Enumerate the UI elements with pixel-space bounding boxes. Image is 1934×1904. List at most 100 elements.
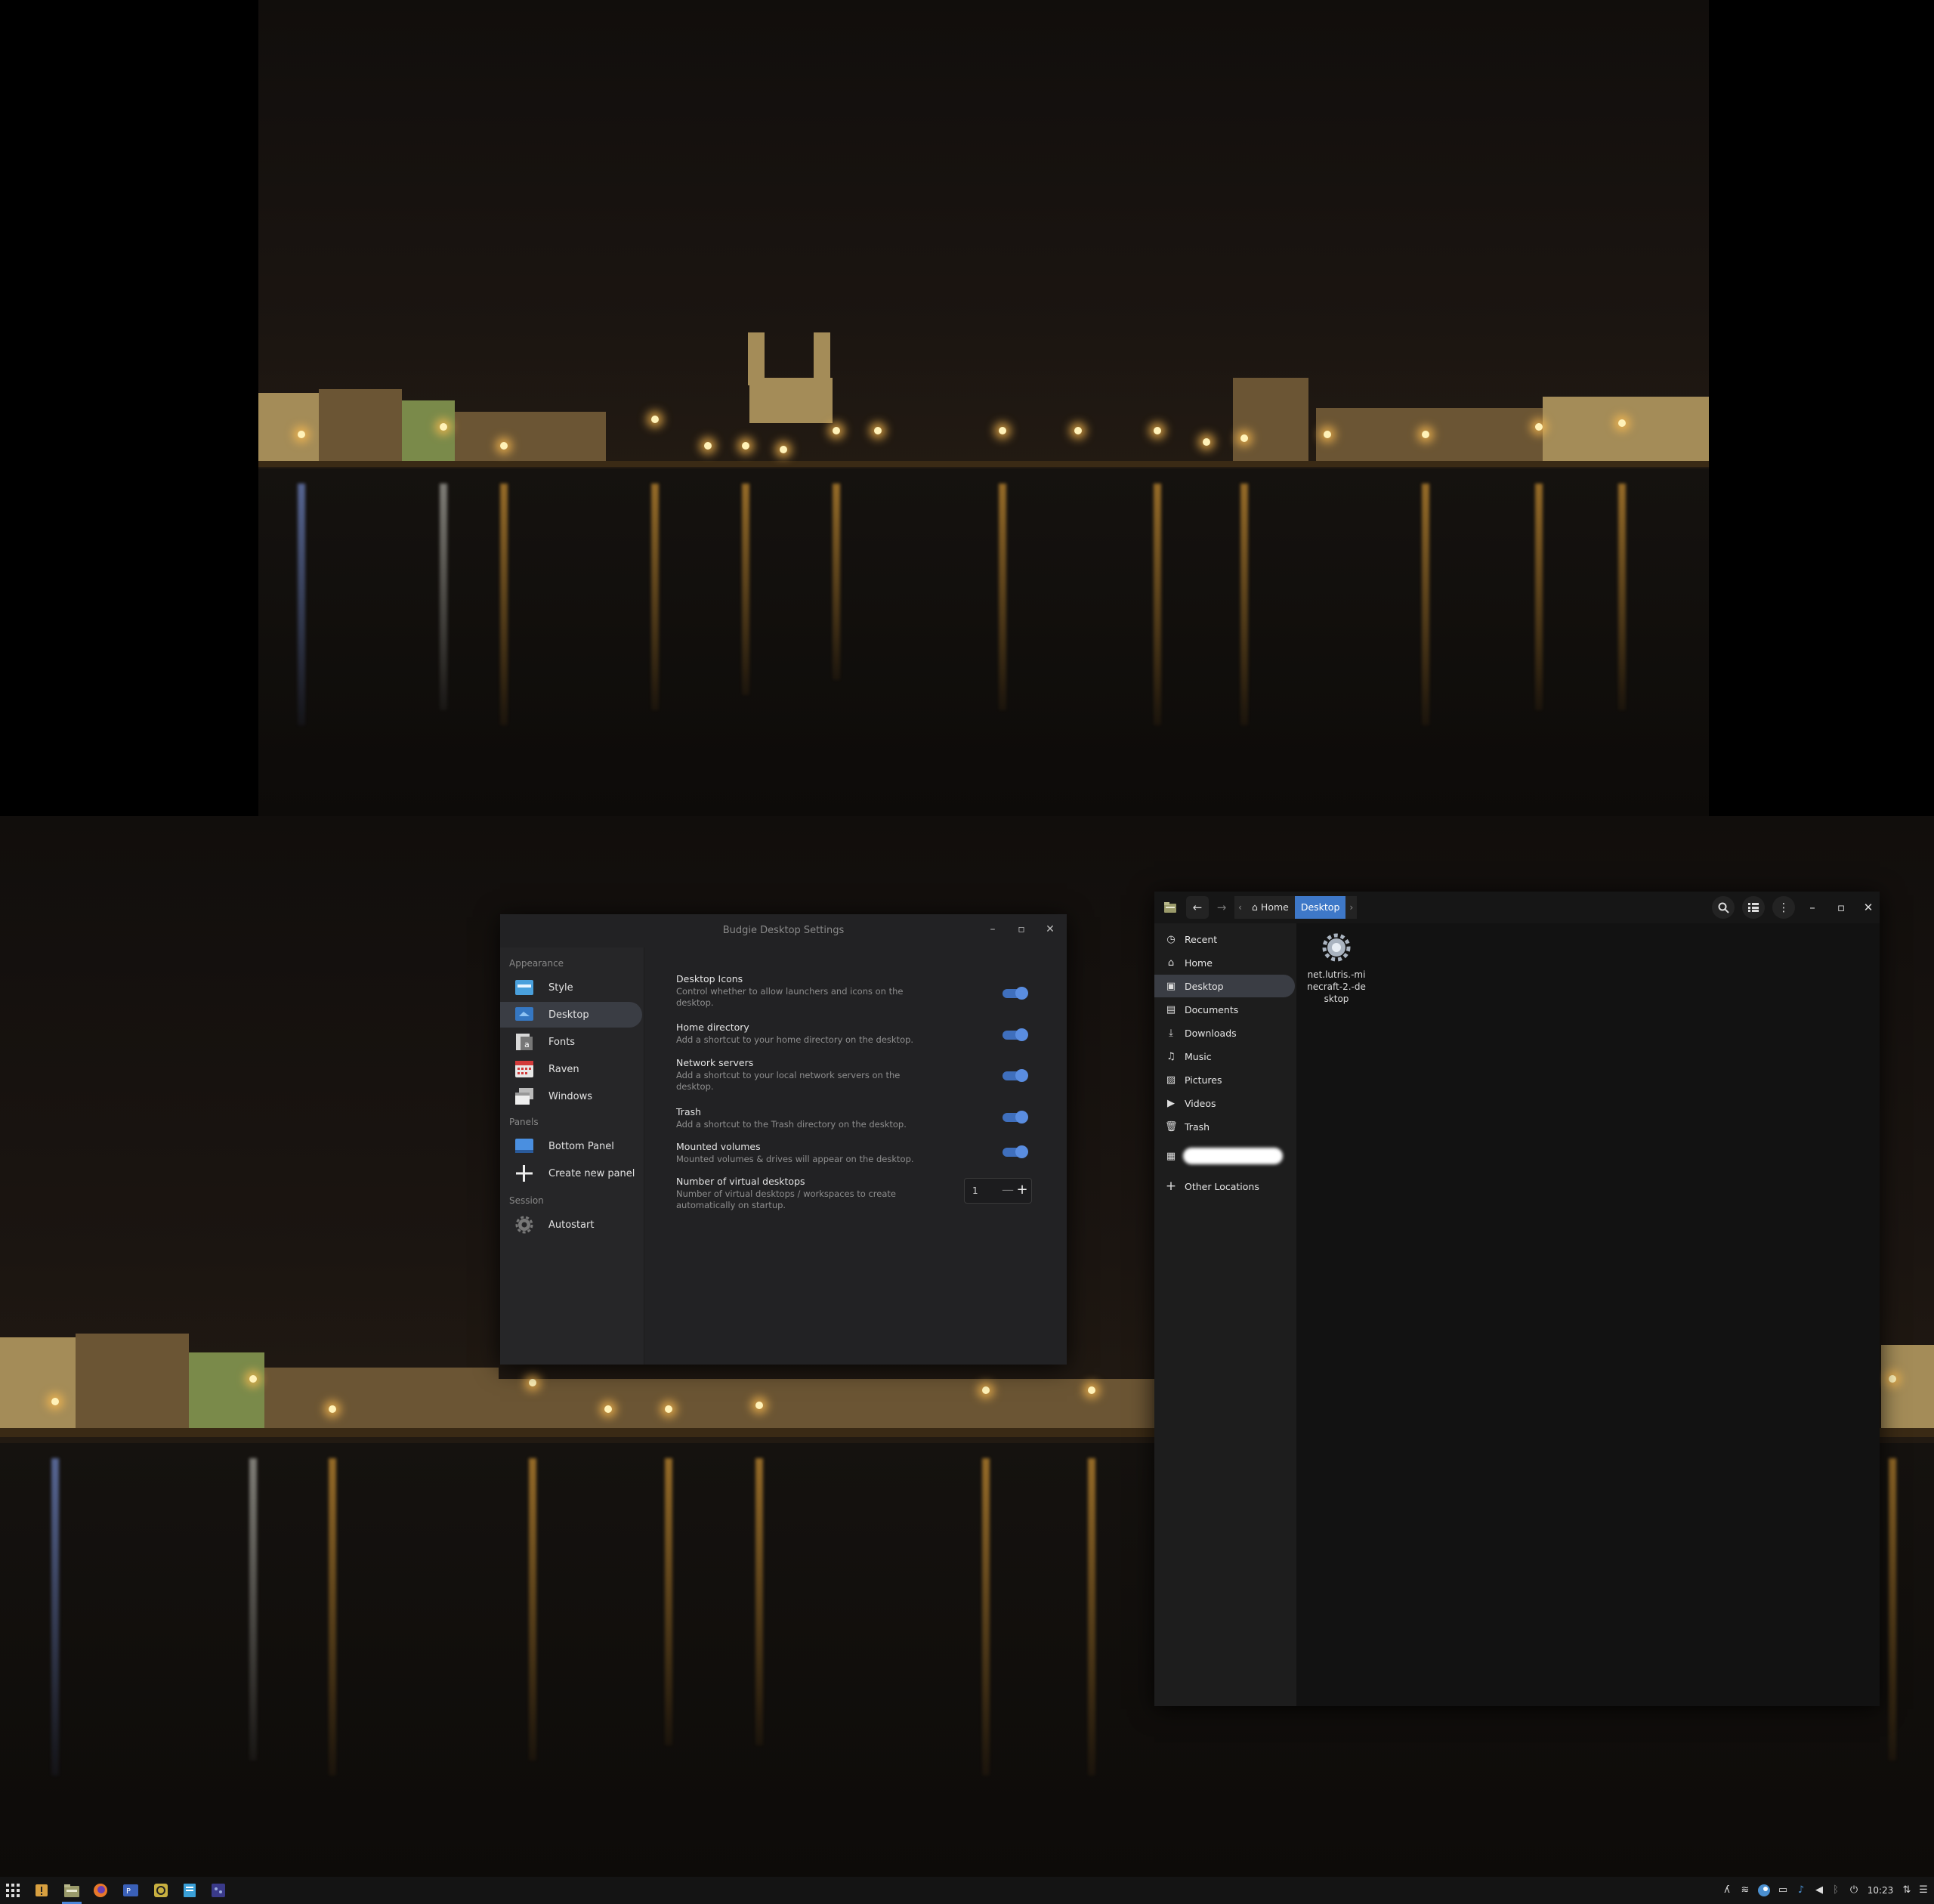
option-description: Add a shortcut to your home directory on… <box>676 1034 914 1045</box>
screen-icon[interactable]: ▭ <box>1775 1877 1790 1904</box>
section-session: Session <box>509 1195 544 1206</box>
place-videos[interactable]: ▶ Videos <box>1154 1092 1296 1114</box>
wallpaper-water <box>258 468 1709 816</box>
place-label: Desktop <box>1185 980 1224 992</box>
wallpaper-shoreline <box>258 461 1709 467</box>
wallpaper-light <box>329 1405 336 1413</box>
wallpaper-light <box>529 1379 536 1386</box>
style-icon <box>515 980 533 995</box>
home-icon: ⌂ <box>1167 957 1175 969</box>
wallpaper-reflection <box>1618 484 1626 710</box>
plus-icon <box>516 1165 533 1182</box>
place-recent[interactable]: ◷ Recent <box>1154 928 1296 950</box>
path-crumb-desktop[interactable]: Desktop <box>1294 896 1346 919</box>
files-app-icon[interactable] <box>60 1880 83 1904</box>
settings-app-icon[interactable] <box>150 1880 172 1901</box>
raven-toggle-icon[interactable]: ☰ <box>1916 1877 1931 1904</box>
sidebar-item-autostart[interactable]: Autostart <box>500 1212 644 1238</box>
warning-app-icon[interactable] <box>30 1880 53 1901</box>
view-toggle-button[interactable] <box>1742 896 1765 919</box>
terminal-app-icon[interactable]: P <box>119 1880 142 1901</box>
power-icon[interactable]: ⏻ <box>1846 1877 1861 1904</box>
wallpaper-reflection <box>1889 1458 1896 1760</box>
home-icon: ⌂ <box>1252 901 1261 913</box>
file-manager-headerbar[interactable]: ← → ‹ ⌂ Home Desktop › ⋮ – ▫ ✕ <box>1154 892 1880 923</box>
menu-button[interactable]: ⋮ <box>1772 896 1795 919</box>
place-downloads[interactable]: ⤓ Downloads <box>1154 1022 1296 1044</box>
search-button[interactable] <box>1712 896 1735 919</box>
wallpaper-building <box>1543 397 1709 461</box>
app-grid-icon[interactable] <box>2 1880 24 1901</box>
decrement-button[interactable]: — <box>1000 1179 1015 1203</box>
firefox-icon[interactable] <box>89 1880 112 1901</box>
sidebar-item-bottom-panel[interactable]: Bottom Panel <box>500 1133 644 1159</box>
volume-icon[interactable]: ◀ <box>1812 1877 1827 1904</box>
option-title: Desktop Icons <box>676 973 743 984</box>
wallpaper-building <box>455 412 606 461</box>
sidebar-item-desktop[interactable]: Desktop <box>500 1002 642 1028</box>
trash-toggle[interactable] <box>1003 1111 1028 1124</box>
clock[interactable]: 10:23 <box>1864 1877 1896 1904</box>
keyboard-icon[interactable]: ⇅ <box>1899 1877 1914 1904</box>
network-icon[interactable]: ≋ <box>1738 1877 1753 1904</box>
settings-sidebar: Appearance Style Desktop a Fonts Raven W… <box>500 947 644 1365</box>
sidebar-item-style[interactable]: Style <box>500 975 644 1000</box>
bottom-panel: P ʎ ≋ ▭ ♪ ◀ ᛒ ⏻ 10:23 ⇅ ☰ <box>0 1877 1934 1904</box>
close-button[interactable]: ✕ <box>1857 896 1880 919</box>
minimize-button[interactable]: – <box>979 914 1006 944</box>
path-scroll-left[interactable]: ‹ <box>1234 896 1246 919</box>
wallpaper-building <box>189 1352 264 1428</box>
top-monitor-wallpaper <box>0 0 1934 816</box>
network-servers-toggle[interactable] <box>1003 1069 1028 1082</box>
place-music[interactable]: ♫ Music <box>1154 1045 1296 1068</box>
file-view[interactable]: net.lutris.-minecraft-2.-desktop <box>1296 923 1880 1706</box>
text-icon[interactable]: ʎ <box>1719 1877 1735 1904</box>
download-icon: ⤓ <box>1169 1027 1173 1039</box>
desktop-settings-page: Desktop Icons Control whether to allow l… <box>644 947 1067 1365</box>
wallpaper-building <box>264 1368 499 1428</box>
desktop-icons-toggle[interactable] <box>1003 987 1028 1000</box>
path-scroll-right[interactable]: › <box>1345 896 1358 919</box>
file-item[interactable]: net.lutris.-minecraft-2.-desktop <box>1305 931 1367 1005</box>
wallpaper-light <box>982 1386 990 1394</box>
sidebar-item-windows[interactable]: Windows <box>500 1083 644 1109</box>
maximize-button[interactable]: ▫ <box>1830 896 1852 919</box>
increment-button[interactable]: + <box>1015 1179 1030 1203</box>
place-home[interactable]: ⌂ Home <box>1154 951 1296 974</box>
sidebar-item-raven[interactable]: Raven <box>500 1056 644 1082</box>
settings-titlebar[interactable]: Budgie Desktop Settings – ▫ ✕ <box>500 914 1067 948</box>
desktop-icon: ▣ <box>1166 980 1176 992</box>
place-pictures[interactable]: ▨ Pictures <box>1154 1068 1296 1091</box>
back-button[interactable]: ← <box>1186 896 1209 919</box>
close-button[interactable]: ✕ <box>1037 914 1064 944</box>
sidebar-item-create-panel[interactable]: Create new panel <box>500 1161 644 1186</box>
place-label: Home <box>1185 957 1213 969</box>
sidebar-item-fonts[interactable]: a Fonts <box>500 1029 644 1055</box>
home-directory-toggle[interactable] <box>1003 1028 1028 1041</box>
wallpaper-building <box>1316 408 1543 461</box>
virtual-desktops-value[interactable]: 1 <box>972 1179 978 1203</box>
wallpaper-light <box>440 423 447 431</box>
bluetooth-icon[interactable]: ᛒ <box>1828 1877 1843 1904</box>
place-documents[interactable]: ▤ Documents <box>1154 998 1296 1021</box>
place-redacted-drive[interactable]: ▦ <box>1154 1145 1296 1167</box>
path-crumb-home[interactable]: ⌂ Home <box>1246 896 1295 919</box>
steam-icon[interactable] <box>1756 1877 1772 1904</box>
wallpaper-light <box>1154 427 1161 434</box>
bell-icon[interactable]: ♪ <box>1793 1877 1809 1904</box>
maximize-button[interactable]: ▫ <box>1008 914 1035 944</box>
gear-file-icon <box>1322 933 1351 962</box>
place-desktop[interactable]: ▣ Desktop <box>1154 975 1295 997</box>
forward-button[interactable]: → <box>1210 896 1233 919</box>
place-trash[interactable]: 🗑 Trash <box>1154 1115 1296 1138</box>
place-other-locations[interactable]: + Other Locations <box>1154 1175 1296 1198</box>
option-title: Network servers <box>676 1057 754 1068</box>
text-editor-icon[interactable] <box>178 1880 201 1901</box>
game-app-icon[interactable] <box>207 1880 230 1901</box>
minimize-button[interactable]: – <box>1801 896 1824 919</box>
mounted-volumes-toggle[interactable] <box>1003 1145 1028 1158</box>
wallpaper-reflection <box>1088 1458 1095 1776</box>
night-river-wallpaper <box>258 0 1709 816</box>
option-title: Number of virtual desktops <box>676 1176 805 1187</box>
file-name: net.lutris.-minecraft-2.-desktop <box>1307 969 1366 1004</box>
